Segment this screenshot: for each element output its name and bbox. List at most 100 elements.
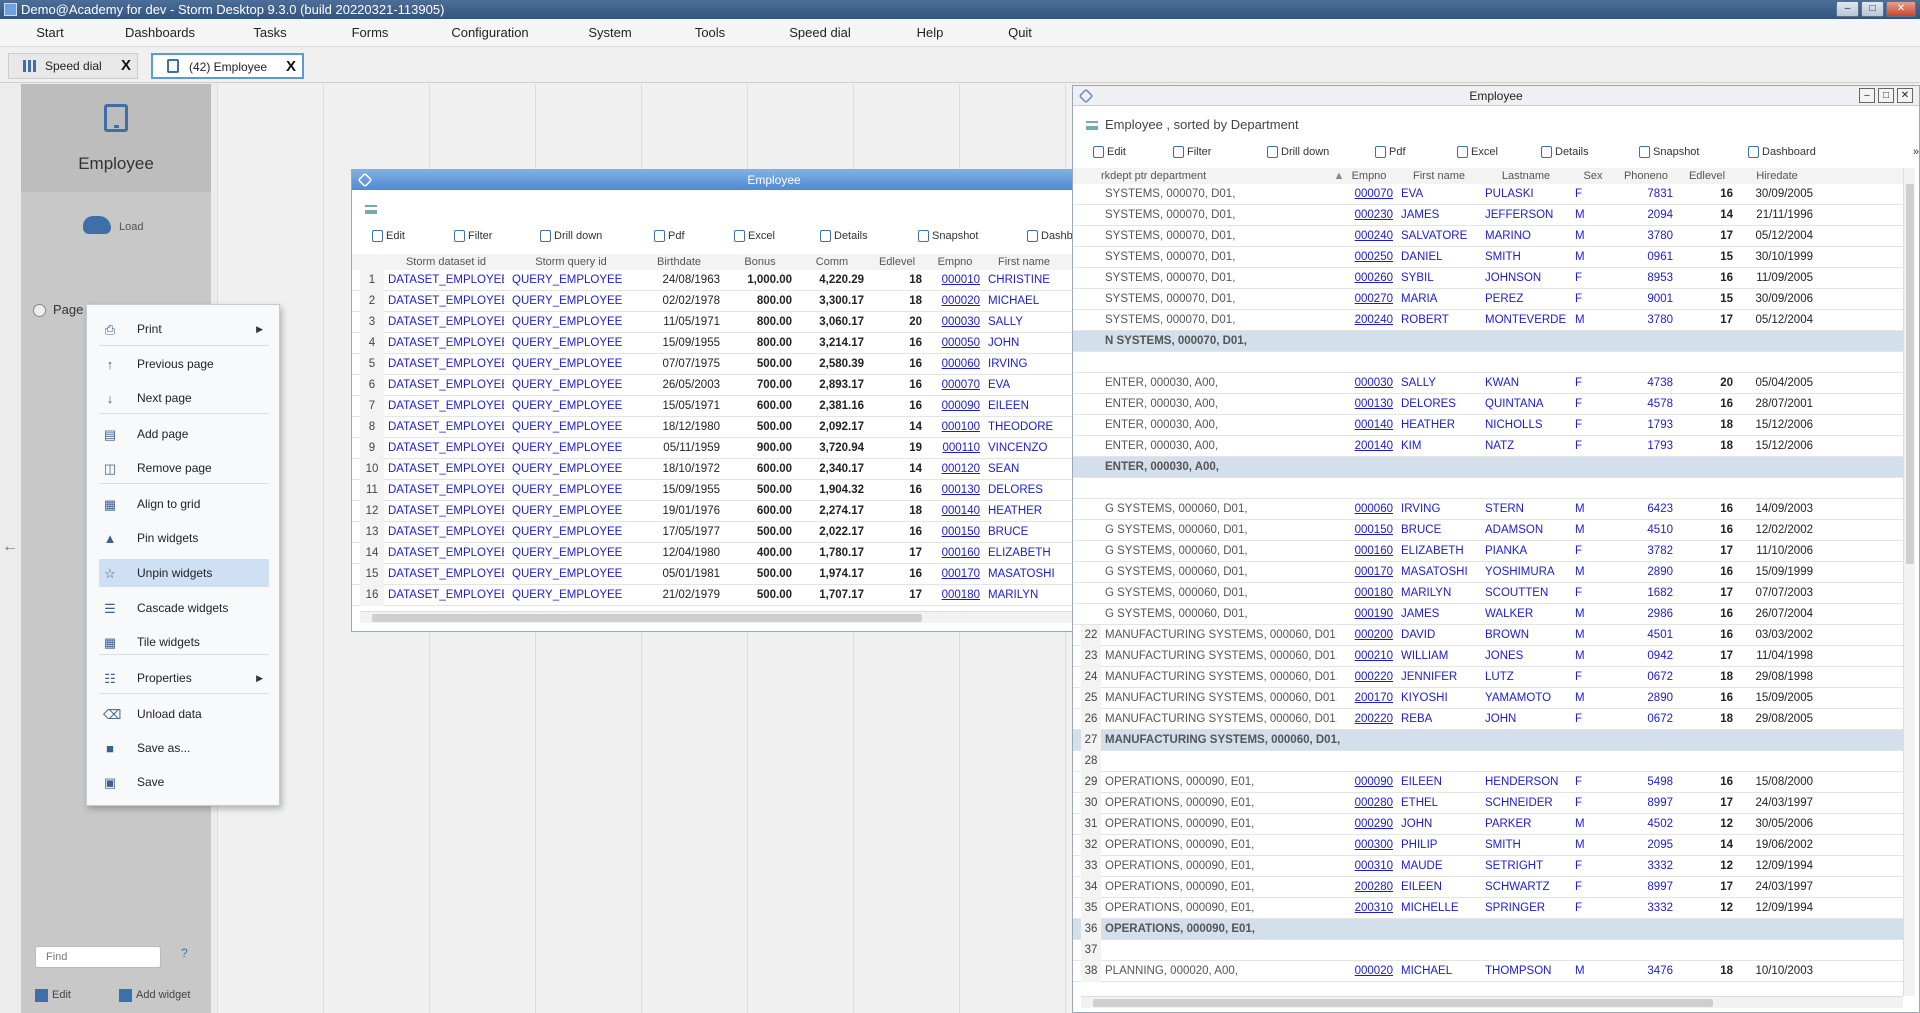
column-header[interactable]: Birthdate [634, 254, 724, 270]
tab-employee[interactable]: (42) Employee X [151, 53, 304, 79]
group-row[interactable]: 36 OPERATIONS, 000090, E01, [1073, 919, 1903, 940]
table-row[interactable]: 10 DATASET_EMPLOYEE QUERY_EMPLOYEE 18/10/19… [352, 459, 1182, 480]
column-header[interactable]: Storm dataset id [384, 254, 508, 270]
column-header[interactable]: rkdept ptr department [1101, 168, 1341, 184]
tab-close-icon[interactable]: X [121, 54, 131, 78]
table-row[interactable]: 11 DATASET_EMPLOYEE QUERY_EMPLOYEE 15/09/19… [352, 480, 1182, 501]
table-row[interactable]: G SYSTEMS, 000060, D01, 000180 MARILYN SCOU… [1073, 583, 1903, 604]
horizontal-scrollbar[interactable] [360, 611, 1182, 623]
empno-link[interactable]: 200280 [1345, 877, 1393, 898]
menu-item-remove-page[interactable]: ◫ Remove page [99, 454, 269, 482]
menu-item-unpin-widgets[interactable]: ☆ Unpin widgets [99, 559, 269, 587]
table-row[interactable]: ENTER, 000030, A00, 000130 DELORES QUINTANA… [1073, 394, 1903, 415]
column-header[interactable]: Phoneno [1615, 168, 1677, 184]
hamburger-icon[interactable] [365, 205, 377, 214]
empno-link[interactable]: 000070 [930, 375, 980, 396]
empno-link[interactable]: 000300 [1345, 835, 1393, 856]
empno-link[interactable]: 000160 [930, 543, 980, 564]
column-header[interactable]: Bonus [724, 254, 796, 270]
toolbar-drill-down-button[interactable]: Drill down [1267, 141, 1329, 163]
empno-link[interactable]: 200140 [1345, 436, 1393, 457]
table-row[interactable]: ENTER, 000030, A00, 000030 SALLY KWAN F 4738 2… [1073, 373, 1903, 394]
column-header[interactable]: Edlevel [1677, 168, 1737, 184]
add-widget-button[interactable]: Add widget [119, 989, 190, 1002]
blank-row[interactable] [1073, 352, 1903, 373]
empno-link[interactable]: 000020 [1345, 961, 1393, 982]
toolbar-filter-button[interactable]: Filter [1173, 141, 1211, 163]
empno-link[interactable]: 000150 [1345, 520, 1393, 541]
empno-link[interactable]: 000190 [1345, 604, 1393, 625]
table-row[interactable]: G SYSTEMS, 000060, D01, 000060 IRVING STERN… [1073, 499, 1903, 520]
table-row[interactable]: 25 MANUFACTURING SYSTEMS, 000060, D01, 200… [1073, 688, 1903, 709]
menu-item-previous-page[interactable]: ↑ Previous page [99, 350, 269, 378]
empno-link[interactable]: 000020 [930, 291, 980, 312]
table-row[interactable]: SYSTEMS, 000070, D01, 000250 DANIEL SMITH M 0… [1073, 247, 1903, 268]
radio-icon[interactable] [33, 304, 46, 317]
table-row[interactable]: ENTER, 000030, A00, 000140 HEATHER NICHOLLS… [1073, 415, 1903, 436]
empno-link[interactable]: 200310 [1345, 898, 1393, 919]
empno-link[interactable]: 000270 [1345, 289, 1393, 310]
toolbar-details-button[interactable]: Details [820, 225, 868, 247]
empno-link[interactable]: 000170 [930, 564, 980, 585]
empno-link[interactable]: 000070 [1345, 184, 1393, 205]
table-row[interactable]: G SYSTEMS, 000060, D01, 000160 ELIZABETH PI… [1073, 541, 1903, 562]
table-row[interactable]: 1 DATASET_EMPLOYEE QUERY_EMPLOYEE 24/08/196… [352, 270, 1182, 291]
tab-speed-dial[interactable]: Speed dial X [8, 53, 138, 79]
column-header[interactable]: First name [984, 254, 1064, 270]
empno-link[interactable]: 000140 [1345, 415, 1393, 436]
empno-link[interactable]: 000100 [930, 417, 980, 438]
menu-start[interactable]: Start [0, 19, 100, 47]
table-row[interactable]: SYSTEMS, 000070, D01, 000260 SYBIL JOHNSON F… [1073, 268, 1903, 289]
table-row[interactable]: 8 DATASET_EMPLOYEE QUERY_EMPLOYEE 18/12/198… [352, 417, 1182, 438]
group-row[interactable]: N SYSTEMS, 000070, D01, [1073, 331, 1903, 352]
close-button[interactable]: ✕ [1897, 88, 1913, 103]
toolbar-edit-button[interactable]: Edit [372, 225, 405, 247]
table-row[interactable]: 24 MANUFACTURING SYSTEMS, 000060, D01, 000… [1073, 667, 1903, 688]
column-header[interactable]: Edlevel [868, 254, 926, 270]
empno-link[interactable]: 000010 [930, 270, 980, 291]
column-header[interactable]: Lastname [1481, 168, 1571, 184]
table-row[interactable]: SYSTEMS, 000070, D01, 000230 JAMES JEFFERSO… [1073, 205, 1903, 226]
table-row[interactable]: 31 OPERATIONS, 000090, E01, 000290 JOHN PARK… [1073, 814, 1903, 835]
empno-link[interactable]: 000060 [1345, 499, 1393, 520]
vertical-scrollbar[interactable] [1903, 168, 1915, 996]
table-row[interactable]: G SYSTEMS, 000060, D01, 000170 MASATOSHI YO… [1073, 562, 1903, 583]
menu-configuration[interactable]: Configuration [420, 19, 560, 47]
toolbar-snapshot-button[interactable]: Snapshot [1639, 141, 1699, 163]
column-header[interactable]: First name [1397, 168, 1481, 184]
toolbar-pdf-button[interactable]: Pdf [654, 225, 685, 247]
empno-link[interactable]: 000210 [1345, 646, 1393, 667]
empno-link[interactable]: 000130 [1345, 394, 1393, 415]
empno-link[interactable]: 000170 [1345, 562, 1393, 583]
empno-link[interactable]: 000260 [1345, 268, 1393, 289]
empno-link[interactable]: 000030 [1345, 373, 1393, 394]
menu-item-add-page[interactable]: ▤ Add page [99, 420, 269, 448]
menu-item-pin-widgets[interactable]: ▲ Pin widgets [99, 524, 269, 552]
empno-link[interactable]: 000280 [1345, 793, 1393, 814]
table-row[interactable]: 26 MANUFACTURING SYSTEMS, 000060, D01, 200… [1073, 709, 1903, 730]
toolbar-snapshot-button[interactable]: Snapshot [918, 225, 978, 247]
column-header[interactable]: Hiredate [1737, 168, 1817, 184]
empno-link[interactable]: 000090 [930, 396, 980, 417]
menu-quit[interactable]: Quit [980, 19, 1060, 47]
table-row[interactable]: 15 DATASET_EMPLOYEE QUERY_EMPLOYEE 05/01/19… [352, 564, 1182, 585]
edit-button[interactable]: Edit [35, 989, 71, 1002]
menu-help[interactable]: Help [880, 19, 980, 47]
table-row[interactable]: 2 DATASET_EMPLOYEE QUERY_EMPLOYEE 02/02/197… [352, 291, 1182, 312]
menu-item-properties[interactable]: ☷ Properties ▶ [99, 664, 269, 692]
toolbar-details-button[interactable]: Details [1541, 141, 1589, 163]
table-row[interactable]: SYSTEMS, 000070, D01, 000270 MARIA PEREZ F 90… [1073, 289, 1903, 310]
table-row[interactable]: SYSTEMS, 000070, D01, 000240 SALVATORE MARI… [1073, 226, 1903, 247]
menu-item-tile-widgets[interactable]: ▦ Tile widgets [99, 628, 269, 656]
table-row[interactable]: 6 DATASET_EMPLOYEE QUERY_EMPLOYEE 26/05/200… [352, 375, 1182, 396]
empno-link[interactable]: 000120 [930, 459, 980, 480]
toolbar-excel-button[interactable]: Excel [1457, 141, 1498, 163]
menu-item-cascade-widgets[interactable]: ☰ Cascade widgets [99, 594, 269, 622]
more-chevron-icon[interactable]: » [1899, 141, 1919, 163]
window-title[interactable]: Employee [352, 170, 1196, 190]
column-header[interactable]: Comm [796, 254, 868, 270]
column-header[interactable]: Storm query id [508, 254, 634, 270]
toolbar-dashboard-button[interactable]: Dashboard [1748, 141, 1816, 163]
menu-item-next-page[interactable]: ↓ Next page [99, 384, 269, 412]
table-row[interactable]: 4 DATASET_EMPLOYEE QUERY_EMPLOYEE 15/09/195… [352, 333, 1182, 354]
